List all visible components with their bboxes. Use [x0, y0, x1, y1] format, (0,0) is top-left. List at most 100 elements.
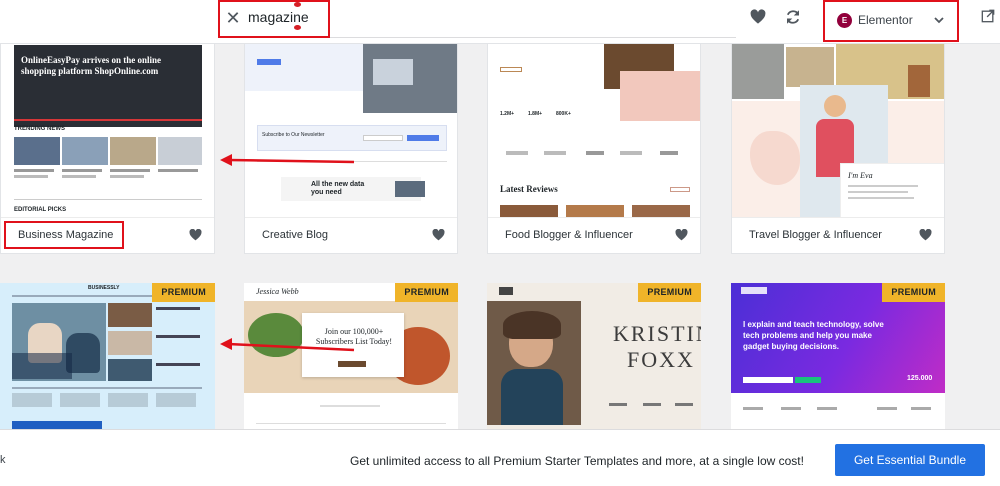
template-thumbnail[interactable]: OnlineEasyPay arrives on the online shop… — [1, 21, 214, 219]
stat-value: 800K+ — [556, 111, 571, 117]
premium-badge: PREMIUM — [152, 283, 215, 302]
text-line — [848, 185, 918, 187]
footer-strip — [12, 421, 102, 429]
heart-icon[interactable] — [750, 9, 766, 25]
sync-icon[interactable] — [784, 8, 802, 26]
template-thumbnail[interactable]: PREMIUM KRISTIN FOXX — [487, 283, 701, 429]
site-logo-mark — [741, 287, 767, 294]
stat-line — [609, 403, 627, 406]
hero-headline: I explain and teach technology, solve te… — [743, 320, 884, 351]
logo-strip — [506, 151, 528, 155]
hero-button — [500, 67, 522, 72]
template-library: OnlineEasyPay arrives on the online shop… — [0, 0, 1000, 486]
logo-strip — [817, 407, 837, 410]
subscriber-count: 125.000 — [907, 375, 933, 382]
chevron-down-icon — [934, 17, 944, 24]
template-card-creative-blog[interactable]: Subscribe to Our Newsletter All the new … — [244, 20, 458, 254]
annotation-arrow — [220, 338, 355, 352]
newsletter-button — [407, 135, 439, 141]
text-line — [848, 191, 908, 193]
get-essential-bundle-button[interactable]: Get Essential Bundle — [835, 444, 985, 476]
text-line — [848, 197, 914, 199]
elementor-logo-icon: E — [837, 13, 852, 28]
photo — [786, 47, 834, 87]
view-all-button — [670, 187, 690, 192]
newsletter-input — [363, 135, 403, 141]
template-card-travel-blogger[interactable]: I'm Eva Travel Blogger & Influencer — [731, 20, 945, 254]
template-thumbnail[interactable]: Subscribe to Our Newsletter All the new … — [245, 21, 457, 219]
hero-image-bg — [620, 71, 700, 121]
search-input[interactable] — [248, 9, 448, 25]
template-name: Travel Blogger & Influencer — [749, 229, 882, 241]
heart-icon[interactable] — [189, 229, 202, 241]
template-card-kristin-foxx[interactable]: PREMIUM KRISTIN FOXX — [487, 283, 701, 429]
template-card-business-magazine[interactable]: OnlineEasyPay arrives on the online shop… — [0, 20, 215, 254]
site-logo: Jessica Webb — [256, 287, 299, 296]
template-thumbnail[interactable]: PREMIUM I explain and teach technology, … — [731, 283, 945, 429]
divider — [256, 423, 446, 424]
premium-badge: PREMIUM — [395, 283, 458, 302]
nav-bar — [12, 295, 172, 297]
intro-greeting: I'm Eva — [848, 171, 873, 180]
section-heading: TRENDING NEWS — [14, 126, 65, 132]
banner-message: Get unlimited access to all Premium Star… — [350, 454, 804, 468]
template-thumbnail[interactable]: 1.2M+ 1.8M+ 800K+ Latest Reviews — [488, 21, 700, 219]
banner-left-text[interactable]: k — [0, 454, 6, 466]
side-image — [108, 303, 152, 327]
divider — [14, 119, 202, 121]
card-footer: Creative Blog — [245, 217, 457, 253]
portrait-hair — [503, 311, 561, 339]
reviews-heading: Latest Reviews — [500, 184, 558, 194]
hero-button — [257, 59, 281, 65]
promo-image — [395, 181, 425, 197]
divider — [14, 199, 202, 200]
card-footer: Food Blogger & Influencer — [488, 217, 700, 253]
upgrade-banner: k Get unlimited access to all Premium St… — [0, 429, 1000, 486]
stat-line — [675, 403, 693, 406]
news-image — [110, 137, 156, 165]
close-icon[interactable]: ✕ — [224, 9, 242, 27]
template-card-food-blogger[interactable]: 1.2M+ 1.8M+ 800K+ Latest Reviews Food Bl… — [487, 20, 701, 254]
newsletter-heading: Subscribe to Our Newsletter — [262, 132, 325, 138]
heart-icon[interactable] — [432, 229, 445, 241]
external-link-icon[interactable] — [981, 9, 995, 23]
logo-strip — [586, 151, 604, 155]
template-card-tech-blogger[interactable]: PREMIUM I explain and teach technology, … — [731, 283, 945, 429]
text-line — [62, 169, 102, 172]
heart-icon[interactable] — [675, 229, 688, 241]
annotation-arrow — [220, 154, 355, 166]
text-block — [156, 393, 196, 407]
text-line — [156, 307, 200, 310]
template-name: Creative Blog — [262, 229, 329, 241]
heart-icon[interactable] — [919, 229, 932, 241]
laptop-image — [373, 59, 413, 85]
premium-badge: PREMIUM — [882, 283, 945, 302]
divider — [12, 387, 202, 389]
page-builder-select[interactable]: E Elementor — [823, 0, 959, 42]
promo-text: All the new data you need — [311, 181, 365, 196]
text-line — [14, 175, 48, 178]
template-card-businessly[interactable]: PREMIUM BUSINESSLY — [0, 283, 215, 429]
text-line — [156, 363, 200, 366]
site-logo: BUSINESSLY — [88, 285, 120, 291]
side-image — [108, 331, 152, 355]
logo-strip — [544, 151, 566, 155]
hero-headline: OnlineEasyPay arrives on the online shop… — [21, 55, 162, 76]
text-block — [60, 393, 100, 407]
photo — [732, 43, 784, 99]
site-logo-mark — [499, 287, 513, 295]
template-thumbnail[interactable]: PREMIUM BUSINESSLY — [0, 283, 215, 429]
logo-strip — [660, 151, 678, 155]
text-line — [62, 175, 96, 178]
subscribe-button — [338, 361, 366, 367]
template-thumbnail[interactable]: I'm Eva — [732, 21, 944, 219]
newsletter-input — [743, 377, 793, 383]
text-line — [156, 335, 200, 338]
portrait-shoulders — [501, 369, 563, 425]
template-name: Food Blogger & Influencer — [505, 229, 633, 241]
text-block — [12, 393, 52, 407]
logo-strip — [743, 407, 763, 410]
hero-first-name: KRISTIN — [613, 321, 701, 346]
stat-value: 1.8M+ — [528, 111, 543, 117]
toolbar: ✕ E Elementor — [0, 0, 1000, 44]
